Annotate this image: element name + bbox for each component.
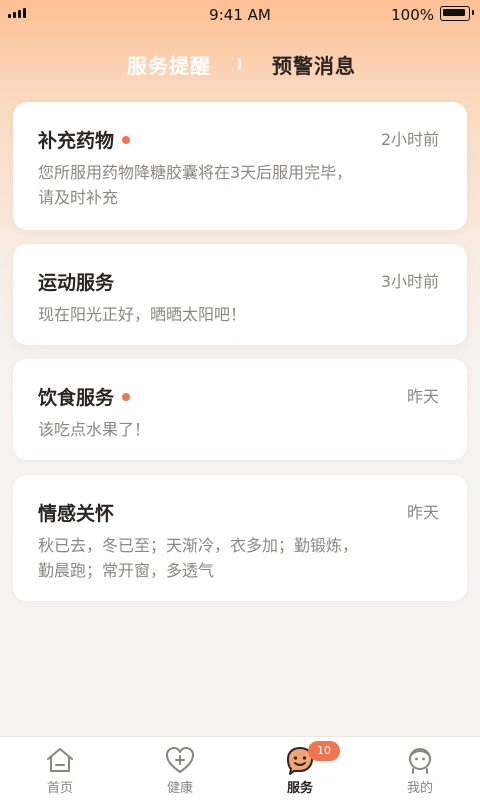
card-body: 您所服用药物降糖胶囊将在3天后服用完毕，请及时补充: [38, 163, 353, 207]
card-title-row: 补充药物: [38, 126, 131, 153]
battery-percent: 100%: [391, 6, 434, 24]
bottom-nav: 首页 健康 10 服务 我的: [0, 736, 480, 801]
card-title-row: 运动服务: [38, 268, 114, 295]
nav-label: 首页: [46, 781, 73, 796]
status-bar: 9:41 AM 100%: [0, 0, 480, 30]
card-title: 情感关怀: [38, 503, 115, 525]
tab-service-reminder[interactable]: 服务提醒: [127, 50, 211, 79]
card-body: 现在阳光正好，晒晒太阳吧！: [38, 305, 247, 324]
tab-divider: [238, 58, 241, 70]
nav-label: 我的: [406, 781, 433, 796]
unread-dot: [122, 135, 131, 144]
nav-item-profile[interactable]: 我的: [360, 737, 480, 801]
unread-dot: [122, 392, 131, 401]
card-time: 3小时前: [380, 272, 439, 291]
health-heart-icon: [166, 747, 194, 773]
card-body: 秋已去，冬已至；天渐冷，衣多加；勤锻炼，勤晨跑；常开窗，多透气: [38, 536, 359, 580]
card-body: 该吃点水果了！: [38, 420, 151, 439]
message-card-emotional-care[interactable]: 情感关怀 昨天 秋已去，冬已至；天渐冷，衣多加；勤锻炼，勤晨跑；常开窗，多透气: [13, 475, 467, 601]
battery-icon: [440, 6, 474, 21]
profile-icon: [409, 748, 431, 774]
home-icon: [47, 748, 73, 772]
card-title: 补充药物: [38, 130, 115, 152]
nav-item-service[interactable]: 10 服务: [240, 737, 360, 801]
card-title-row: 饮食服务: [38, 383, 131, 410]
card-title: 饮食服务: [38, 387, 115, 409]
tab-warning-messages[interactable]: 预警消息: [272, 50, 356, 79]
card-time: 昨天: [406, 387, 439, 406]
card-time: 昨天: [406, 503, 439, 522]
nav-label: 健康: [166, 781, 193, 796]
card-title-row: 情感关怀: [38, 499, 114, 526]
top-tabs: 服务提醒 预警消息: [0, 50, 480, 80]
message-card-diet[interactable]: 饮食服务 昨天 该吃点水果了！: [13, 359, 467, 460]
nav-label: 服务: [286, 781, 313, 796]
card-title: 运动服务: [38, 272, 115, 294]
message-card-exercise[interactable]: 运动服务 3小时前 现在阳光正好，晒晒太阳吧！: [13, 244, 467, 345]
nav-item-health[interactable]: 健康: [120, 737, 240, 801]
card-time: 2小时前: [380, 130, 439, 149]
nav-item-home[interactable]: 首页: [0, 737, 120, 801]
notification-badge: 10: [308, 741, 340, 761]
message-card-medication[interactable]: 补充药物 2小时前 您所服用药物降糖胶囊将在3天后服用完毕，请及时补充: [13, 102, 467, 230]
